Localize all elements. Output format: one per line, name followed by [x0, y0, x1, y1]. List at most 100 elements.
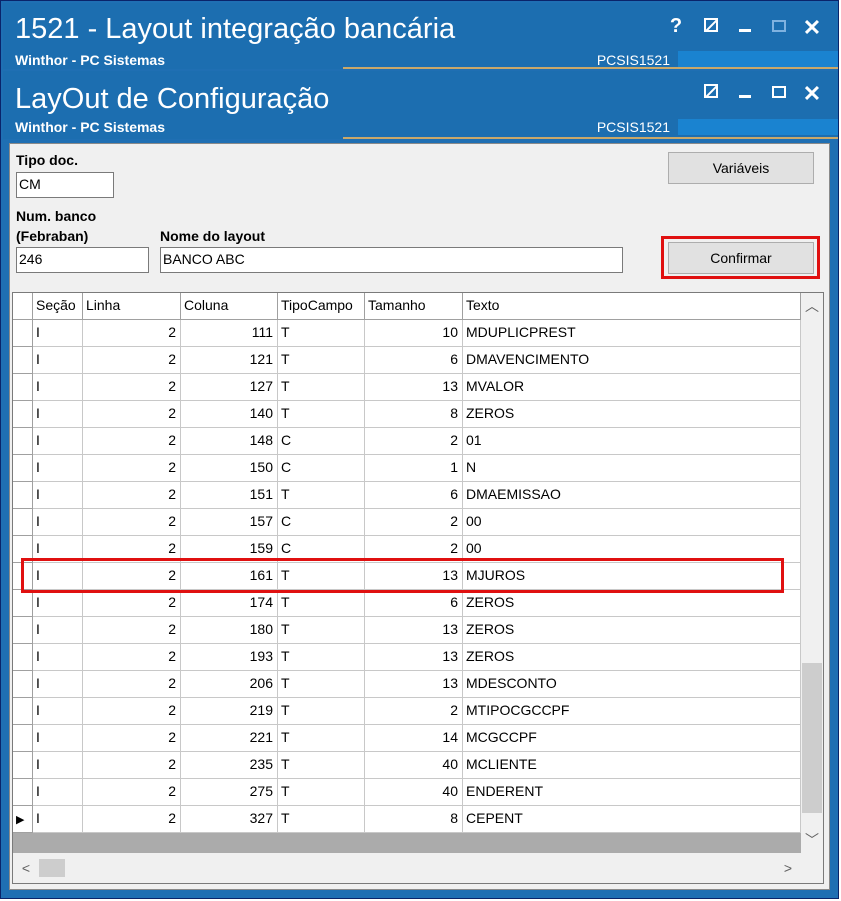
cell-tipocampo[interactable]: T [278, 779, 365, 806]
cell-tamanho[interactable]: 8 [365, 806, 463, 833]
cell-tamanho[interactable]: 6 [365, 347, 463, 374]
cell-tipocampo[interactable]: C [278, 428, 365, 455]
help-button[interactable]: ? [665, 15, 687, 38]
nome-layout-field[interactable]: BANCO ABC [160, 247, 623, 273]
cell-texto[interactable]: CEPENT [463, 806, 801, 833]
cell-linha[interactable]: 2 [83, 563, 181, 590]
num-banco-field[interactable]: 246 [16, 247, 149, 273]
cell-tipocampo[interactable]: T [278, 482, 365, 509]
cell-texto[interactable]: DMAEMISSAO [463, 482, 801, 509]
cell-secao[interactable]: I [33, 644, 83, 671]
cell-linha[interactable]: 2 [83, 806, 181, 833]
cell-linha[interactable]: 2 [83, 617, 181, 644]
cell-coluna[interactable]: 157 [181, 509, 278, 536]
cell-coluna[interactable]: 174 [181, 590, 278, 617]
scroll-right-icon[interactable]: > [777, 857, 799, 879]
cell-tamanho[interactable]: 2 [365, 509, 463, 536]
cell-coluna[interactable]: 193 [181, 644, 278, 671]
inner-minimize-button[interactable] [734, 81, 756, 104]
cell-linha[interactable]: 2 [83, 509, 181, 536]
cell-tamanho[interactable]: 40 [365, 779, 463, 806]
cell-tamanho[interactable]: 2 [365, 536, 463, 563]
scroll-up-icon[interactable]: ︿ [801, 295, 823, 317]
column-header-linha[interactable]: Linha [83, 293, 181, 320]
cell-coluna[interactable]: 121 [181, 347, 278, 374]
cell-secao[interactable]: I [33, 590, 83, 617]
cell-linha[interactable]: 2 [83, 644, 181, 671]
cell-secao[interactable]: I [33, 401, 83, 428]
cell-tamanho[interactable]: 13 [365, 671, 463, 698]
cell-texto[interactable]: DMAVENCIMENTO [463, 347, 801, 374]
cell-secao[interactable]: I [33, 806, 83, 833]
row-header[interactable] [13, 779, 33, 806]
cell-coluna[interactable]: 148 [181, 428, 278, 455]
cell-secao[interactable]: I [33, 779, 83, 806]
column-header-coluna[interactable]: Coluna [181, 293, 278, 320]
column-header-secao[interactable]: Seção [33, 293, 83, 320]
cell-texto[interactable]: ZEROS [463, 617, 801, 644]
row-header[interactable] [13, 563, 33, 590]
cell-secao[interactable]: I [33, 536, 83, 563]
cell-linha[interactable]: 2 [83, 455, 181, 482]
cell-coluna[interactable]: 140 [181, 401, 278, 428]
outer-maximize-button[interactable] [768, 15, 790, 38]
cell-linha[interactable]: 2 [83, 320, 181, 347]
cell-secao[interactable]: I [33, 698, 83, 725]
cell-linha[interactable]: 2 [83, 374, 181, 401]
cell-linha[interactable]: 2 [83, 671, 181, 698]
row-header[interactable] [13, 536, 33, 563]
cell-tamanho[interactable]: 6 [365, 482, 463, 509]
cell-coluna[interactable]: 275 [181, 779, 278, 806]
cell-texto[interactable]: MJUROS [463, 563, 801, 590]
cell-tamanho[interactable]: 13 [365, 644, 463, 671]
cell-secao[interactable]: I [33, 455, 83, 482]
cell-tipocampo[interactable]: T [278, 347, 365, 374]
cell-texto[interactable]: MCLIENTE [463, 752, 801, 779]
cell-coluna[interactable]: 206 [181, 671, 278, 698]
cell-secao[interactable]: I [33, 482, 83, 509]
row-header[interactable] [13, 725, 33, 752]
cell-secao[interactable]: I [33, 428, 83, 455]
cell-secao[interactable]: I [33, 320, 83, 347]
cell-tipocampo[interactable]: C [278, 509, 365, 536]
cell-texto[interactable]: N [463, 455, 801, 482]
layout-data-grid[interactable]: ︿ ﹀ < > Seção Linha Coluna TipoCampo Tamanho… [12, 292, 824, 884]
cell-linha[interactable]: 2 [83, 428, 181, 455]
cell-tamanho[interactable]: 13 [365, 617, 463, 644]
variaveis-button[interactable]: Variáveis [668, 152, 814, 184]
cell-tamanho[interactable]: 13 [365, 374, 463, 401]
cell-coluna[interactable]: 327 [181, 806, 278, 833]
column-header-texto[interactable]: Texto [463, 293, 801, 320]
column-header-tipocampo[interactable]: TipoCampo [278, 293, 365, 320]
cell-tamanho[interactable]: 1 [365, 455, 463, 482]
scroll-down-icon[interactable]: ﹀ [801, 829, 823, 851]
scroll-left-icon[interactable]: < [15, 857, 37, 879]
cell-linha[interactable]: 2 [83, 536, 181, 563]
cell-linha[interactable]: 2 [83, 482, 181, 509]
horizontal-scroll-thumb[interactable] [39, 859, 65, 877]
cell-linha[interactable]: 2 [83, 752, 181, 779]
cell-tipocampo[interactable]: T [278, 320, 365, 347]
cell-tamanho[interactable]: 40 [365, 752, 463, 779]
inner-close-button[interactable]: ✕ [801, 81, 823, 107]
cell-coluna[interactable]: 127 [181, 374, 278, 401]
row-header[interactable] [13, 401, 33, 428]
cell-tipocampo[interactable]: T [278, 671, 365, 698]
cell-linha[interactable]: 2 [83, 779, 181, 806]
cell-texto[interactable]: 00 [463, 536, 801, 563]
cell-texto[interactable]: ENDERENT [463, 779, 801, 806]
cell-tipocampo[interactable]: T [278, 725, 365, 752]
cell-texto[interactable]: MCGCCPF [463, 725, 801, 752]
cell-texto[interactable]: ZEROS [463, 401, 801, 428]
cell-texto[interactable]: MDESCONTO [463, 671, 801, 698]
cell-tipocampo[interactable]: T [278, 617, 365, 644]
cell-coluna[interactable]: 161 [181, 563, 278, 590]
cell-tipocampo[interactable]: T [278, 698, 365, 725]
cell-coluna[interactable]: 159 [181, 536, 278, 563]
cell-linha[interactable]: 2 [83, 590, 181, 617]
row-header[interactable] [13, 590, 33, 617]
cell-tamanho[interactable]: 13 [365, 563, 463, 590]
cell-tamanho[interactable]: 14 [365, 725, 463, 752]
cell-texto[interactable]: ZEROS [463, 590, 801, 617]
row-header[interactable] [13, 509, 33, 536]
